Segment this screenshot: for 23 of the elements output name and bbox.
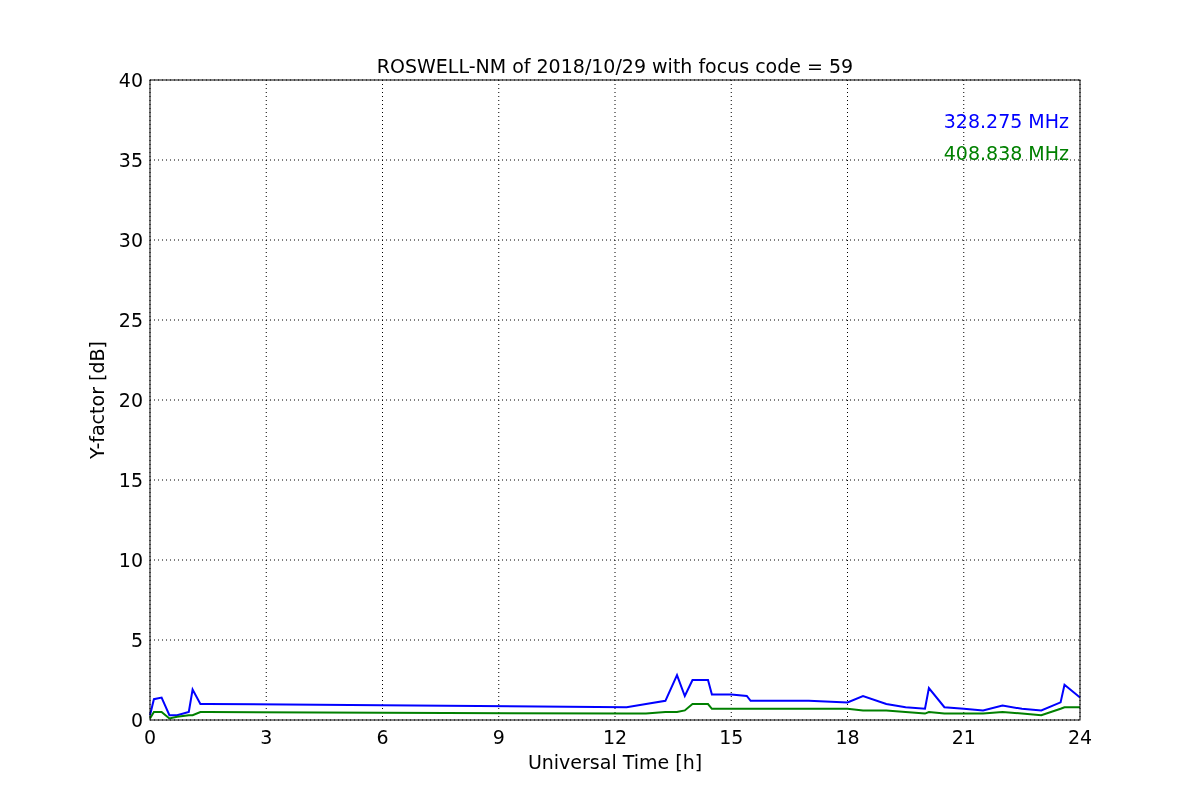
y-tick-label: 0 bbox=[130, 709, 143, 731]
x-tick-label: 15 bbox=[719, 726, 744, 748]
x-tick-label: 6 bbox=[376, 726, 389, 748]
x-tick-label: 24 bbox=[1067, 726, 1093, 748]
x-tick-label: 3 bbox=[260, 726, 273, 748]
x-tick-label: 12 bbox=[602, 726, 628, 748]
y-tick-label: 25 bbox=[118, 309, 143, 331]
x-tick-label: 0 bbox=[143, 726, 157, 748]
y-tick-label: 40 bbox=[118, 69, 143, 91]
legend-label: 328.275 MHz bbox=[943, 110, 1069, 132]
y-tick-label: 35 bbox=[118, 149, 143, 171]
x-tick-label: 9 bbox=[492, 726, 505, 748]
x-tick-label: 18 bbox=[835, 726, 860, 748]
x-axis-label: Universal Time [h] bbox=[527, 751, 703, 773]
y-tick-label: 10 bbox=[118, 549, 143, 571]
y-tick-label: 30 bbox=[118, 229, 143, 251]
y-axis-label: Y-factor [dB] bbox=[86, 341, 108, 459]
legend-label: 408.838 MHz bbox=[943, 142, 1069, 164]
chart-title: ROSWELL-NM of 2018/10/29 with focus code = 59 bbox=[376, 55, 854, 77]
y-tick-label: 20 bbox=[118, 389, 143, 411]
x-tick-label: 21 bbox=[951, 726, 976, 748]
y-tick-label: 5 bbox=[130, 629, 143, 651]
y-tick-label: 15 bbox=[118, 469, 143, 491]
